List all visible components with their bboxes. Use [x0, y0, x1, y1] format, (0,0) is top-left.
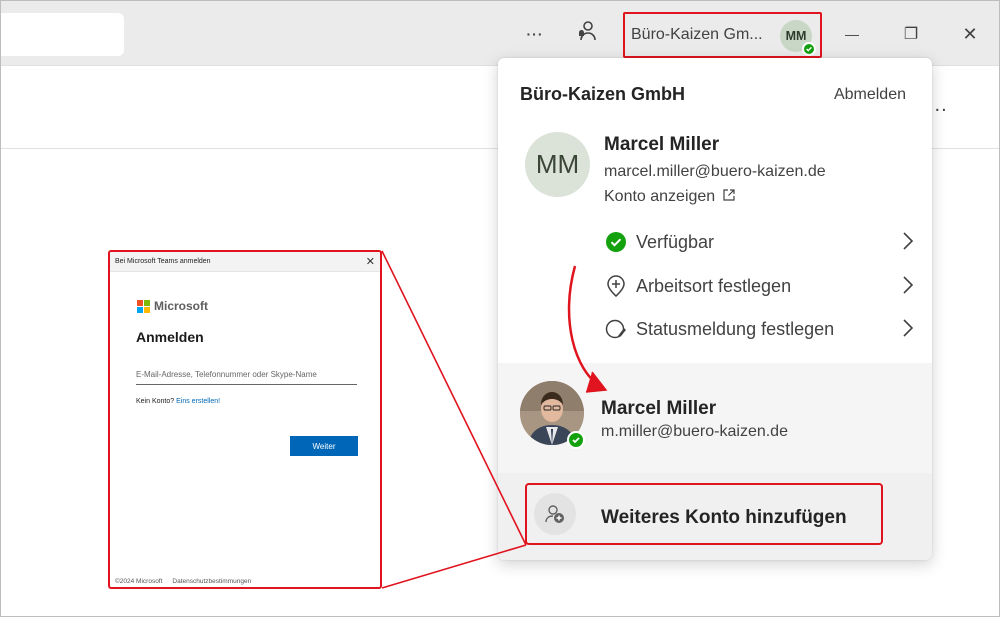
people-settings-button[interactable]: [570, 15, 604, 53]
no-account-text: Kein Konto? Eins erstellen!: [136, 398, 220, 405]
add-account-button[interactable]: Weiteres Konto hinzufügen: [601, 507, 847, 529]
chevron-right-icon: [902, 318, 914, 343]
email-field[interactable]: E-Mail-Adresse, Telefonnummer oder Skype…: [136, 366, 357, 385]
chevron-right-icon: [902, 275, 914, 300]
privacy-link[interactable]: Datenschutzbestimmungen: [172, 578, 251, 585]
second-account-item[interactable]: Marcel Miller m.miller@buero-kaizen.de: [498, 363, 932, 473]
next-button[interactable]: Weiter: [290, 436, 358, 456]
create-account-link[interactable]: Eins erstellen!: [176, 398, 220, 405]
menu-item-location[interactable]: Arbeitsort festlegen: [604, 269, 914, 303]
close-button[interactable]: ✕: [953, 15, 987, 53]
user-avatar-initials: MM: [535, 149, 580, 179]
account-button-label: Büro-Kaizen Gm...: [631, 26, 763, 43]
user-email: marcel.miller@buero-kaizen.de: [604, 163, 826, 180]
more-options-label: ···: [526, 26, 544, 42]
more-options-button[interactable]: ···: [518, 15, 552, 53]
menu-item-label: Statusmeldung festlegen: [636, 318, 835, 339]
signout-button[interactable]: Abmelden: [834, 86, 906, 104]
login-heading: Anmelden: [136, 329, 204, 345]
microsoft-brand: Microsoft: [154, 299, 208, 313]
location-add-icon: [604, 274, 628, 298]
microsoft-logo: Microsoft: [137, 299, 208, 313]
available-status-icon: [802, 42, 816, 56]
add-account-row: Weiteres Konto hinzufügen: [498, 473, 932, 560]
account-button[interactable]: Büro-Kaizen Gm... MM: [623, 12, 822, 58]
available-status-icon: [567, 431, 585, 449]
minimize-button[interactable]: —: [835, 15, 869, 53]
menu-item-available[interactable]: Verfügbar: [604, 225, 914, 259]
org-name: Büro-Kaizen GmbH: [520, 84, 686, 104]
available-icon: [604, 230, 628, 254]
login-dialog: Bei Microsoft Teams anmelden ✕ Microsoft…: [108, 250, 382, 589]
avatar: MM: [780, 20, 816, 56]
search-box[interactable]: [1, 13, 124, 56]
login-dialog-title: Bei Microsoft Teams anmelden: [110, 252, 380, 272]
login-close-button[interactable]: ✕: [366, 255, 375, 268]
chevron-right-icon: [902, 231, 914, 256]
menu-item-label: Arbeitsort festlegen: [636, 275, 792, 296]
menu-item-label: Verfügbar: [636, 231, 715, 252]
restore-label: ❐: [903, 26, 919, 43]
account-dropdown: Büro-Kaizen GmbH Abmelden MM Marcel Mill…: [498, 58, 932, 560]
no-account-label: Kein Konto?: [136, 398, 175, 405]
microsoft-logo-icon: [137, 299, 150, 313]
minimize-label: —: [845, 26, 859, 42]
add-account-icon: [534, 493, 576, 535]
copyright-text: ©2024 Microsoft: [115, 578, 163, 585]
second-account-email: m.miller@buero-kaizen.de: [601, 423, 788, 440]
menu-item-status-message[interactable]: Statusmeldung festlegen: [604, 312, 914, 346]
person-bell-icon: [575, 19, 599, 49]
avatar-initials: MM: [785, 29, 807, 43]
close-label: ✕: [962, 23, 978, 44]
user-name: Marcel Miller: [604, 134, 720, 155]
view-account-link[interactable]: Konto anzeigen: [604, 188, 735, 206]
title-bar: ··· Büro-Kaizen Gm... MM — ❐ ✕: [1, 1, 999, 66]
user-avatar: MM: [525, 132, 590, 197]
restore-button[interactable]: ❐: [894, 15, 928, 53]
status-message-icon: [604, 317, 628, 341]
view-account-label: Konto anzeigen: [604, 188, 716, 205]
login-footer: ©2024 Microsoft Datenschutzbestimmungen: [115, 578, 251, 585]
external-link-icon: [723, 188, 735, 206]
second-account-name: Marcel Miller: [601, 398, 717, 419]
